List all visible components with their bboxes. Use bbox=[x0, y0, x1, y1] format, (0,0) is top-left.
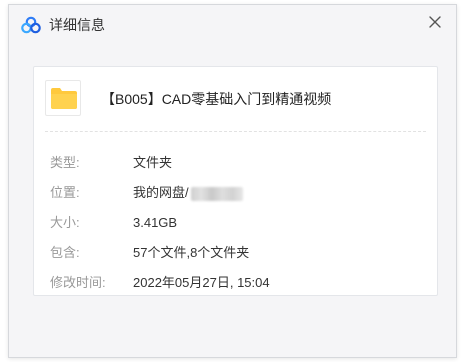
file-icon-container bbox=[45, 80, 81, 116]
details-card: 【B005】CAD零基础入门到精通视频 类型: 文件夹 位置: 我的网盘/ 大小… bbox=[33, 66, 438, 296]
close-icon bbox=[429, 16, 441, 28]
detail-row-modified: 修改时间: 2022年05月27日, 15:04 bbox=[34, 274, 437, 292]
detail-row-contains: 包含: 57个文件,8个文件夹 bbox=[34, 244, 437, 262]
location-label: 位置: bbox=[50, 185, 80, 200]
location-value-container: 我的网盘/ bbox=[133, 184, 243, 202]
type-label: 类型: bbox=[50, 155, 80, 170]
close-button[interactable] bbox=[424, 11, 446, 33]
title-bar: 详细信息 bbox=[9, 5, 456, 45]
detail-row-location: 位置: 我的网盘/ bbox=[34, 184, 437, 202]
file-details-dialog: 详细信息 【B005】CAD零基础入门到精通视频 类型: 文件夹 位置: 我的网… bbox=[8, 4, 457, 358]
contains-label: 包含: bbox=[50, 245, 80, 260]
file-name: 【B005】CAD零基础入门到精通视频 bbox=[101, 91, 332, 107]
size-label: 大小: bbox=[50, 215, 80, 230]
detail-row-type: 类型: 文件夹 bbox=[34, 154, 437, 172]
modified-label: 修改时间: bbox=[50, 275, 106, 290]
baidu-netdisk-logo-icon bbox=[21, 16, 41, 34]
type-value: 文件夹 bbox=[133, 155, 173, 170]
size-value: 3.41GB bbox=[133, 215, 178, 230]
divider bbox=[45, 131, 426, 132]
redacted-path bbox=[190, 186, 243, 201]
contains-value: 57个文件,8个文件夹 bbox=[133, 245, 250, 260]
folder-icon bbox=[51, 88, 77, 109]
detail-row-size: 大小: 3.41GB bbox=[34, 214, 437, 232]
location-value[interactable]: 我的网盘/ bbox=[133, 185, 189, 200]
dialog-title: 详细信息 bbox=[49, 17, 105, 33]
modified-value: 2022年05月27日, 15:04 bbox=[133, 275, 270, 290]
